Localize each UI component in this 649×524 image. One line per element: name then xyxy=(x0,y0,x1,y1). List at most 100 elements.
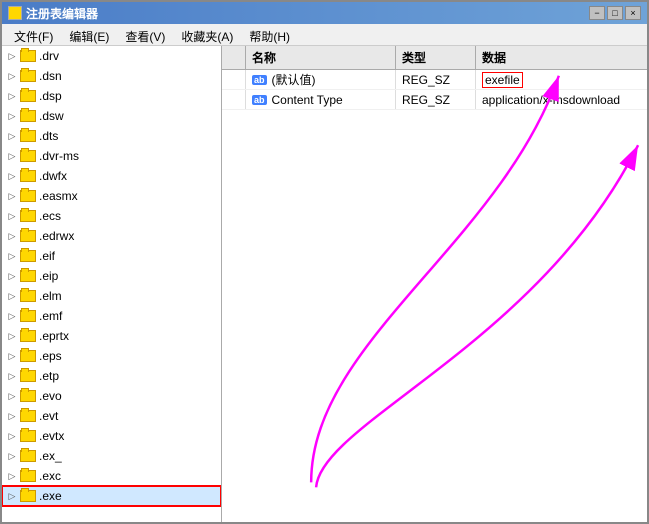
tree-item-label: .dsp xyxy=(39,89,62,103)
tree-item-elm[interactable]: ▷ .elm xyxy=(2,286,221,306)
tree-item-label: .ecs xyxy=(39,209,61,223)
tree-item-label: .dvr-ms xyxy=(39,149,79,163)
tree-item-ex_[interactable]: ▷ .ex_ xyxy=(2,446,221,466)
expand-icon: ▷ xyxy=(4,448,20,464)
folder-icon xyxy=(20,170,36,182)
folder-icon xyxy=(20,70,36,82)
row-type-1: REG_SZ xyxy=(396,70,476,89)
folder-icon xyxy=(20,390,36,402)
folder-icon xyxy=(20,330,36,342)
expand-icon: ▷ xyxy=(4,88,20,104)
menu-bar: 文件(F) 编辑(E) 查看(V) 收藏夹(A) 帮助(H) xyxy=(2,24,647,46)
tree-item-label: .easmx xyxy=(39,189,78,203)
folder-icon xyxy=(20,310,36,322)
folder-icon xyxy=(20,350,36,362)
tree-item-ecs[interactable]: ▷ .ecs xyxy=(2,206,221,226)
col-type-header: 类型 xyxy=(396,46,476,69)
tree-item-eps[interactable]: ▷ .eps xyxy=(2,346,221,366)
tree-item-dsp[interactable]: ▷ .dsp xyxy=(2,86,221,106)
expand-icon: ▷ xyxy=(4,108,20,124)
folder-icon xyxy=(20,490,36,502)
tree-item-label: .evt xyxy=(39,409,58,423)
tree-item-exc[interactable]: ▷ .exc xyxy=(2,466,221,486)
tree-item-eif[interactable]: ▷ .eif xyxy=(2,246,221,266)
tree-item-label: .eprtx xyxy=(39,329,69,343)
row-name-default: ab (默认值) xyxy=(246,70,396,89)
tree-item-label: .eif xyxy=(39,249,55,263)
tree-item-edrwx[interactable]: ▷ .edrwx xyxy=(2,226,221,246)
tree-item-label: .exc xyxy=(39,469,61,483)
tree-item-evt[interactable]: ▷ .evt xyxy=(2,406,221,426)
tree-item-dsn[interactable]: ▷ .dsn xyxy=(2,66,221,86)
col-data-header: 数据 xyxy=(476,46,647,69)
tree-item-dsw[interactable]: ▷ .dsw xyxy=(2,106,221,126)
expand-icon: ▷ xyxy=(4,328,20,344)
content-area: ▷ .drv ▷ .dsn ▷ .dsp ▷ .dsw ▷ xyxy=(2,46,647,522)
title-buttons: − □ × xyxy=(589,6,641,20)
menu-file[interactable]: 文件(F) xyxy=(6,26,61,43)
close-button[interactable]: × xyxy=(625,6,641,20)
tree-item-easmx[interactable]: ▷ .easmx xyxy=(2,186,221,206)
folder-icon xyxy=(20,270,36,282)
tree-item-emf[interactable]: ▷ .emf xyxy=(2,306,221,326)
tree-item-dts[interactable]: ▷ .dts xyxy=(2,126,221,146)
folder-icon xyxy=(20,150,36,162)
table-body: ab (默认值) REG_SZ exefile ab Content Type xyxy=(222,70,647,522)
folder-icon xyxy=(20,50,36,62)
tree-item-dvr-ms[interactable]: ▷ .dvr-ms xyxy=(2,146,221,166)
col-name-header: 名称 xyxy=(246,46,396,69)
table-row[interactable]: ab Content Type REG_SZ application/x-msd… xyxy=(222,90,647,110)
expand-icon: ▷ xyxy=(4,388,20,404)
menu-edit[interactable]: 编辑(E) xyxy=(61,26,117,43)
expand-icon: ▷ xyxy=(4,68,20,84)
folder-icon xyxy=(20,410,36,422)
content-type-label: Content Type xyxy=(272,93,343,107)
expand-icon: ▷ xyxy=(4,408,20,424)
tree-item-evo[interactable]: ▷ .evo xyxy=(2,386,221,406)
menu-favorites[interactable]: 收藏夹(A) xyxy=(173,26,241,43)
minimize-button[interactable]: − xyxy=(589,6,605,20)
tree-item-eip[interactable]: ▷ .eip xyxy=(2,266,221,286)
expand-icon: ▷ xyxy=(4,248,20,264)
expand-icon: ▷ xyxy=(4,148,20,164)
maximize-button[interactable]: □ xyxy=(607,6,623,20)
expand-icon: ▷ xyxy=(4,348,20,364)
folder-icon xyxy=(20,250,36,262)
tree-item-label: .exe xyxy=(39,489,62,503)
tree-item-dwfx[interactable]: ▷ .dwfx xyxy=(2,166,221,186)
tree-item-label: .etp xyxy=(39,369,59,383)
folder-icon xyxy=(20,290,36,302)
expand-icon: ▷ xyxy=(4,288,20,304)
tree-item-drv[interactable]: ▷ .drv xyxy=(2,46,221,66)
ab-icon: ab xyxy=(252,75,267,85)
row-select-2 xyxy=(222,90,246,109)
menu-help[interactable]: 帮助(H) xyxy=(241,26,298,43)
tree-item-exe[interactable]: ▷ .exe xyxy=(2,486,221,506)
registry-table: 名称 类型 数据 ab (默认值) REG_SZ exefile xyxy=(222,46,647,522)
tree-item-label: .drv xyxy=(39,49,59,63)
tree-item-etp[interactable]: ▷ .etp xyxy=(2,366,221,386)
table-row[interactable]: ab (默认值) REG_SZ exefile xyxy=(222,70,647,90)
folder-icon xyxy=(20,370,36,382)
expand-icon: ▷ xyxy=(4,188,20,204)
window-title: 注册表编辑器 xyxy=(26,5,98,22)
expand-icon: ▷ xyxy=(4,48,20,64)
expand-icon: ▷ xyxy=(4,428,20,444)
expand-icon: ▷ xyxy=(4,368,20,384)
tree-item-label: .evo xyxy=(39,389,62,403)
main-window: 注册表编辑器 − □ × 文件(F) 编辑(E) 查看(V) 收藏夹(A) 帮助… xyxy=(0,0,649,524)
expand-icon: ▷ xyxy=(4,228,20,244)
tree-item-label: .ex_ xyxy=(39,449,62,463)
default-value-label: (默认值) xyxy=(272,71,316,88)
folder-icon xyxy=(20,190,36,202)
folder-icon xyxy=(20,470,36,482)
row-type-2: REG_SZ xyxy=(396,90,476,109)
title-bar: 注册表编辑器 − □ × xyxy=(2,2,647,24)
tree-item-eprtx[interactable]: ▷ .eprtx xyxy=(2,326,221,346)
row-select-1 xyxy=(222,70,246,89)
menu-view[interactable]: 查看(V) xyxy=(117,26,173,43)
folder-icon xyxy=(20,130,36,142)
expand-icon: ▷ xyxy=(4,128,20,144)
row-name-content-type: ab Content Type xyxy=(246,90,396,109)
tree-item-evtx[interactable]: ▷ .evtx xyxy=(2,426,221,446)
